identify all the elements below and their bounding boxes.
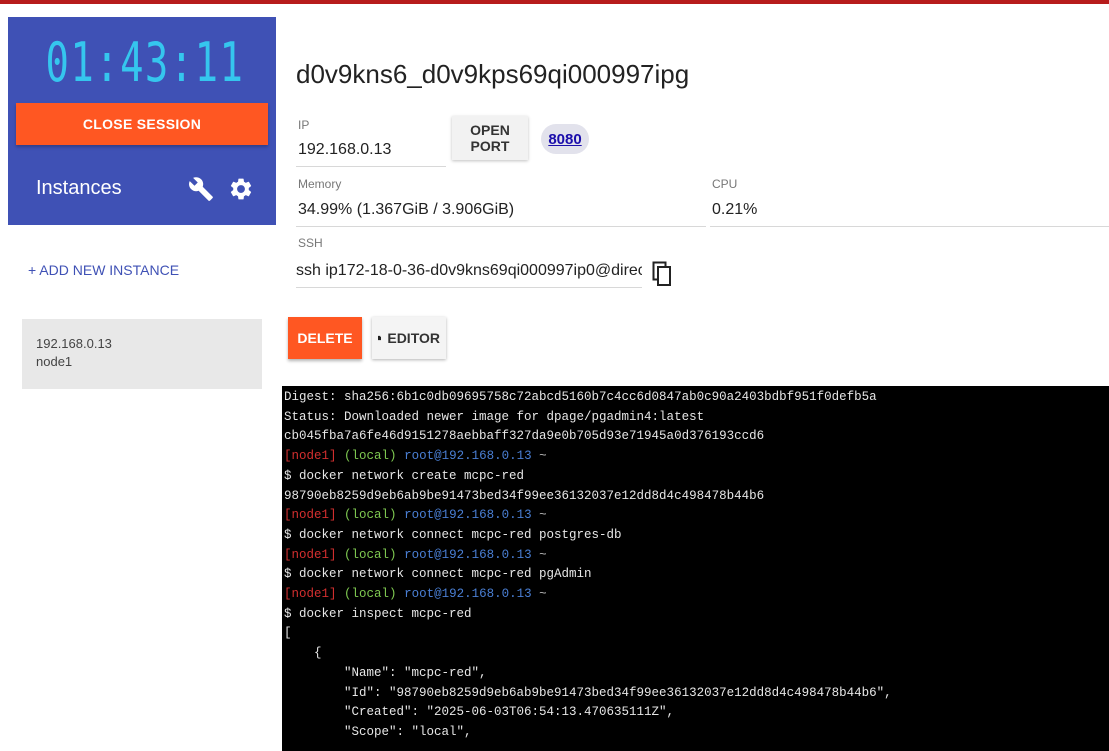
prompt-dir: ~: [539, 587, 547, 601]
wrench-icon[interactable]: [188, 176, 214, 202]
port-link-8080[interactable]: 8080: [541, 124, 589, 154]
ip-underline: [296, 166, 446, 167]
prompt-node: [node1]: [284, 587, 337, 601]
terminal-line: Digest: sha256:6b1c0db09695758c72abcd516…: [284, 390, 877, 404]
ssh-label: SSH: [298, 236, 323, 250]
top-accent-line: [0, 0, 1109, 4]
instance-hostname: node1: [36, 354, 73, 369]
prompt-host: root@192.168.0.13: [404, 547, 532, 562]
prompt-host: root@192.168.0.13: [404, 449, 532, 464]
terminal[interactable]: Digest: sha256:6b1c0db09695758c72abcd516…: [282, 386, 1109, 751]
terminal-line: $ docker inspect mcpc-red: [284, 606, 472, 621]
instance-panel: d0v9kns6_d0v9kps69qi000997ipg IP 192.168…: [280, 17, 1109, 751]
terminal-line: "Created": "2025-06-03T06:54:13.47063511…: [284, 705, 675, 720]
memory-label: Memory: [298, 177, 342, 191]
ssh-command[interactable]: ssh ip172-18-0-36-d0v9kns69qi000997ip0@d…: [296, 262, 642, 280]
prompt-env: (local): [344, 508, 397, 523]
terminal-prompt: [node1] (local) root@192.168.0.13 ~: [284, 446, 547, 466]
prompt-dir: ~: [539, 449, 547, 464]
instance-title: d0v9kns6_d0v9kps69qi000997ipg: [296, 59, 690, 89]
open-port-button[interactable]: OPEN PORT: [452, 116, 528, 160]
terminal-line: $ docker network connect mcpc-red postgr…: [284, 527, 622, 542]
terminal-prompt: [node1] (local) root@192.168.0.13 ~: [284, 545, 547, 565]
delete-instance-button[interactable]: DELETE: [288, 317, 362, 359]
session-header: 01:43:11 CLOSE SESSION Instances: [8, 17, 276, 225]
terminal-line: $ docker network create mcpc-red: [284, 468, 525, 483]
terminal-line: [: [284, 626, 292, 641]
prompt-host: root@192.168.0.13: [404, 508, 532, 523]
cpu-value: 0.21%: [712, 201, 758, 218]
terminal-line: "Name": "mcpc-red",: [284, 665, 487, 680]
instance-ip: 192.168.0.13: [36, 336, 112, 351]
memory-value: 34.99% (1.367GiB / 3.906GiB): [298, 201, 515, 218]
gear-icon[interactable]: [228, 176, 254, 202]
prompt-dir: ~: [539, 508, 547, 523]
prompt-env: (local): [344, 547, 397, 562]
terminal-line: Status: Downloaded newer image for dpage…: [284, 409, 705, 424]
prompt-host: root@192.168.0.13: [404, 587, 532, 601]
memory-underline: [296, 226, 706, 227]
terminal-line: cb045fba7a6fe46d9151278aebbaff327da9e0b7…: [284, 429, 765, 444]
terminal-line: "Scope": "local",: [284, 724, 472, 739]
terminal-line: "Id": "98790eb8259d9eb6ab9be91473bed34f9…: [284, 685, 892, 700]
port-chip: 8080: [536, 117, 596, 161]
prompt-node: [node1]: [284, 508, 337, 523]
close-session-button[interactable]: CLOSE SESSION: [16, 103, 268, 145]
cpu-label: CPU: [712, 177, 738, 191]
terminal-line: $ docker network connect mcpc-red pgAdmi…: [284, 567, 592, 582]
prompt-env: (local): [344, 449, 397, 464]
sidebar: 01:43:11 CLOSE SESSION Instances + ADD N…: [8, 17, 276, 751]
cpu-underline: [710, 226, 1109, 227]
terminal-line: 98790eb8259d9eb6ab9be91473bed34f99ee3613…: [284, 488, 765, 503]
prompt-env: (local): [344, 587, 397, 601]
terminal-prompt: [node1] (local) root@192.168.0.13 ~: [284, 584, 547, 604]
prompt-node: [node1]: [284, 449, 337, 464]
editor-label: EDITOR: [387, 330, 440, 346]
prompt-dir: ~: [539, 547, 547, 562]
terminal-line: {: [284, 646, 322, 661]
instance-list-item[interactable]: 192.168.0.13 node1: [22, 319, 262, 389]
prompt-node: [node1]: [284, 547, 337, 562]
editor-button[interactable]: EDITOR: [372, 317, 446, 359]
ssh-underline: [296, 287, 642, 288]
add-new-instance-link[interactable]: + ADD NEW INSTANCE: [28, 262, 179, 278]
ip-label: IP: [298, 118, 310, 132]
ip-value: 192.168.0.13: [298, 141, 392, 158]
session-timer: 01:43:11: [45, 31, 245, 94]
terminal-prompt: [node1] (local) root@192.168.0.13 ~: [284, 505, 547, 525]
instances-heading: Instances: [36, 177, 122, 199]
file-icon: [378, 335, 382, 341]
copy-icon[interactable]: [652, 261, 672, 287]
